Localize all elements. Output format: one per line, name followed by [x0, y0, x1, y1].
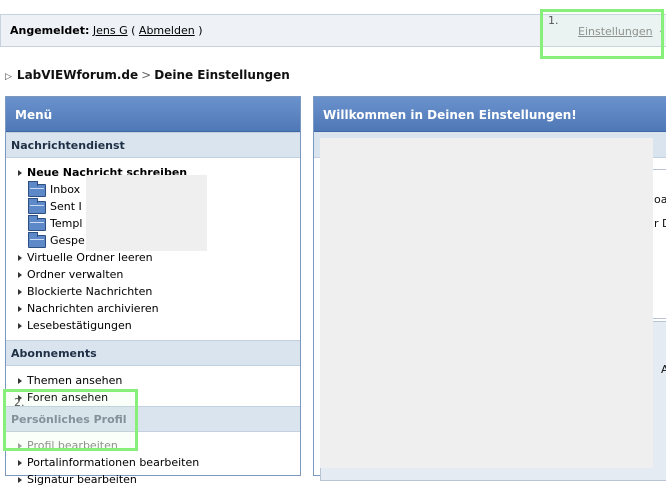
breadcrumb-current: Deine Einstellungen	[154, 68, 290, 82]
highlight-box-step1	[540, 9, 664, 59]
edit-portal-info-link[interactable]: Portalinformationen bearbeiten	[6, 454, 300, 471]
main-title: Willkommen in Deinen Einstellungen!	[314, 97, 666, 132]
manage-folders-link[interactable]: Ordner verwalten	[6, 266, 300, 283]
read-receipts-link[interactable]: Lesebestätigungen	[6, 317, 300, 334]
empty-virtual-folders-link[interactable]: Virtuelle Ordner leeren	[6, 249, 300, 266]
logout-link[interactable]: Abmelden	[139, 24, 195, 37]
bullet-arrow-icon	[18, 289, 22, 295]
folder-icon	[28, 181, 46, 197]
redacted-area	[320, 138, 653, 468]
logged-in-label: Angemeldet:	[10, 24, 90, 37]
folder-icon	[28, 215, 46, 231]
step1-label: 1.	[548, 14, 559, 27]
bullet-arrow-icon	[18, 378, 22, 384]
text-fragment-1: oa	[654, 193, 666, 206]
folder-icon	[28, 232, 46, 248]
archive-messages-link[interactable]: Nachrichten archivieren	[6, 300, 300, 317]
text-fragment-2: r D	[654, 217, 666, 230]
bullet-arrow-icon	[18, 323, 22, 329]
edit-signature-link[interactable]: Signatur bearbeiten	[6, 471, 300, 488]
menu-title: Menü	[6, 97, 300, 132]
bullet-arrow-icon	[18, 460, 22, 466]
breadcrumb-site-link[interactable]: LabVIEWforum.de	[17, 68, 138, 82]
section-subscriptions: Abonnements	[6, 340, 300, 366]
view-threads-link[interactable]: Themen ansehen	[6, 372, 300, 389]
folder-icon	[28, 198, 46, 214]
login-status: Angemeldet: Jens G ( Abmelden )	[10, 24, 203, 37]
bullet-arrow-icon	[18, 170, 22, 176]
paren-close: )	[198, 24, 203, 37]
username-link[interactable]: Jens G	[93, 24, 128, 37]
breadcrumb-separator: >	[141, 68, 152, 82]
step2-label: 2.	[14, 396, 25, 409]
bullet-arrow-icon	[18, 477, 22, 483]
breadcrumb: ▷ LabVIEWforum.de > Deine Einstellungen	[5, 68, 290, 82]
bullet-arrow-icon	[18, 272, 22, 278]
paren-open: (	[131, 24, 136, 37]
bullet-arrow-icon	[18, 306, 22, 312]
blocked-messages-link[interactable]: Blockierte Nachrichten	[6, 283, 300, 300]
text-fragment-3: A	[661, 363, 666, 376]
redacted-area	[86, 175, 207, 251]
bullet-arrow-icon	[18, 255, 22, 261]
section-messaging: Nachrichtendienst	[6, 132, 300, 158]
breadcrumb-arrow-icon: ▷	[5, 72, 12, 82]
